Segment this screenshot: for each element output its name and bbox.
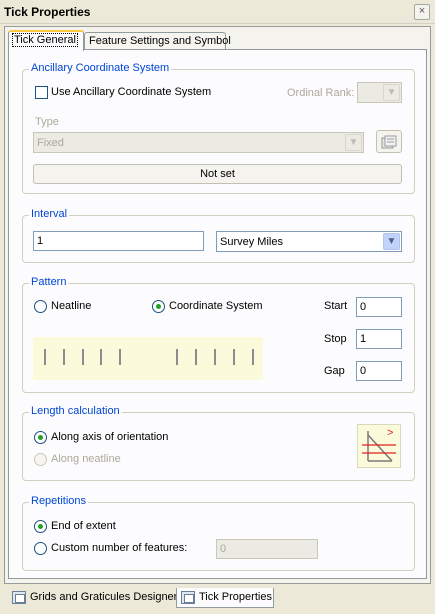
properties-icon — [381, 135, 397, 149]
length-calculation-legend: Length calculation — [29, 405, 122, 417]
gap-input[interactable]: 0 — [356, 361, 402, 381]
pattern-preview — [33, 337, 263, 380]
tick-mark — [119, 349, 121, 365]
tab-grids-graticules-designer[interactable]: Grids and Graticules Designer — [8, 588, 178, 608]
coordinate-system-label: Coordinate System — [169, 300, 263, 312]
tab-label: Feature Settings and Symbol — [89, 35, 231, 47]
end-of-extent-radio[interactable] — [34, 520, 47, 533]
coordinate-system-radio[interactable] — [152, 300, 165, 313]
neatline-radio[interactable] — [34, 300, 47, 313]
type-label: Type — [35, 116, 59, 128]
tick-mark — [44, 349, 46, 365]
bottom-tab-strip: Grids and Graticules Designer Tick Prope… — [4, 588, 431, 610]
tab-label: Tick General — [12, 33, 78, 47]
type-select[interactable]: Fixed ▼ — [33, 132, 364, 153]
custom-number-input[interactable]: 0 — [216, 539, 318, 559]
length-orientation-icon: > — [357, 424, 401, 468]
title-bar: Tick Properties × — [0, 0, 435, 24]
custom-number-label: Custom number of features: — [51, 542, 188, 554]
along-axis-radio[interactable] — [34, 431, 47, 444]
stop-label: Stop — [324, 333, 347, 345]
properties-panel-icon — [181, 591, 195, 604]
along-neatline-label: Along neatline — [51, 453, 121, 465]
chevron-down-icon: ▼ — [345, 134, 362, 151]
tick-mark — [63, 349, 65, 365]
ordinal-rank-label: Ordinal Rank: — [287, 87, 355, 99]
type-value: Fixed — [37, 137, 64, 149]
end-of-extent-label: End of extent — [51, 520, 116, 532]
tick-mark — [214, 349, 216, 365]
pattern-legend: Pattern — [29, 276, 69, 288]
bottom-tab-label: Grids and Graticules Designer — [30, 591, 178, 603]
not-set-label: Not set — [200, 168, 235, 180]
tab-feature-settings[interactable]: Feature Settings and Symbol — [84, 32, 231, 50]
length-icon-mark: > — [387, 427, 393, 439]
chevron-down-icon: ▼ — [383, 84, 400, 101]
tick-mark — [100, 349, 102, 365]
tick-mark — [252, 349, 254, 365]
type-properties-button[interactable] — [376, 130, 402, 153]
interval-legend: Interval — [29, 208, 70, 220]
along-axis-label: Along axis of orientation — [51, 431, 169, 443]
chevron-down-icon: ▼ — [383, 233, 400, 250]
tick-mark — [82, 349, 84, 365]
use-ancillary-label: Use Ancillary Coordinate System — [51, 86, 212, 98]
stop-input[interactable]: 1 — [356, 329, 402, 349]
close-icon: × — [418, 5, 426, 17]
interval-value-input[interactable]: 1 — [33, 231, 204, 251]
tick-mark — [195, 349, 197, 365]
length-orientation-drawing: > — [362, 427, 396, 462]
tick-mark — [176, 349, 178, 365]
repetitions-legend: Repetitions — [29, 495, 89, 507]
gap-label: Gap — [324, 365, 345, 377]
bottom-tab-label: Tick Properties — [199, 591, 272, 603]
close-button[interactable]: × — [414, 4, 430, 20]
along-neatline-radio[interactable] — [34, 453, 47, 466]
repetitions-group: Repetitions — [22, 495, 415, 571]
neatline-label: Neatline — [51, 300, 92, 312]
interval-unit-value: Survey Miles — [220, 236, 283, 248]
window-title: Tick Properties — [4, 5, 91, 19]
use-ancillary-checkbox[interactable] — [35, 86, 48, 99]
start-label: Start — [324, 300, 348, 312]
start-input[interactable]: 0 — [356, 297, 402, 317]
tab-tick-general[interactable]: Tick General — [8, 30, 84, 51]
tab-tick-properties[interactable]: Tick Properties — [176, 588, 274, 608]
not-set-button[interactable]: Not set — [33, 164, 402, 184]
tick-mark — [233, 349, 235, 365]
designer-icon — [12, 591, 26, 604]
ordinal-rank-select[interactable]: ▼ — [357, 82, 402, 103]
interval-unit-select[interactable]: Survey Miles ▼ — [216, 231, 402, 252]
ancillary-legend: Ancillary Coordinate System — [29, 62, 172, 74]
custom-number-radio[interactable] — [34, 542, 47, 555]
